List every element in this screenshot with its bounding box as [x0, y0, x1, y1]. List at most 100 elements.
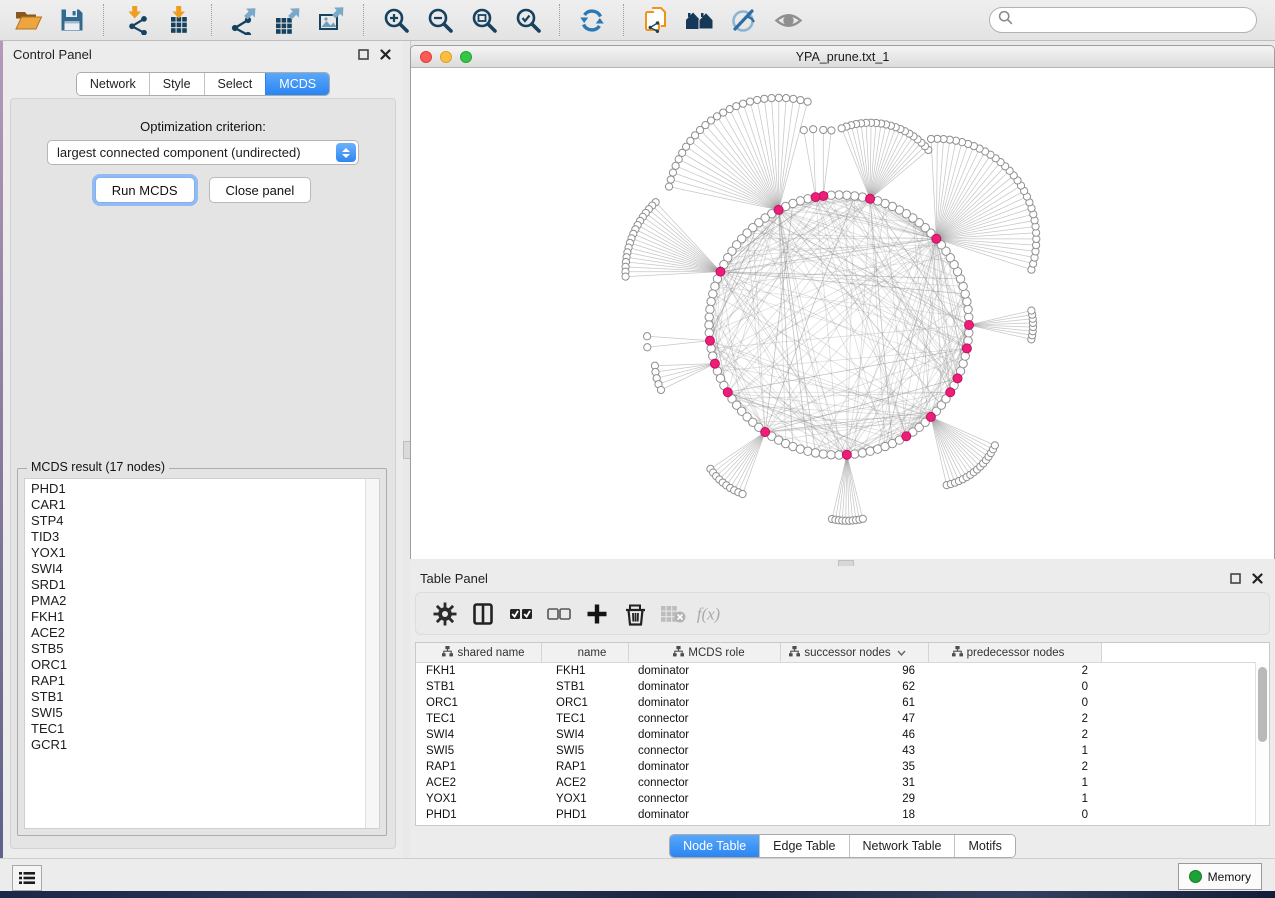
delete-column-icon[interactable]: [620, 599, 650, 629]
network-node[interactable]: [800, 127, 807, 134]
table-scrollbar[interactable]: [1255, 662, 1269, 825]
gear-icon[interactable]: [430, 599, 460, 629]
network-node[interactable]: [963, 297, 971, 305]
network-node[interactable]: [866, 194, 875, 203]
table-row[interactable]: SWI4SWI4dominator462: [416, 727, 1269, 743]
network-node[interactable]: [644, 333, 651, 340]
table-cell[interactable]: dominator: [629, 727, 781, 743]
network-node[interactable]: [707, 297, 715, 305]
table-cell[interactable]: STB1: [416, 679, 542, 695]
table-cell[interactable]: 0: [929, 695, 1102, 711]
network-node[interactable]: [705, 313, 713, 321]
table-row[interactable]: FKH1FKH1dominator962: [416, 663, 1269, 679]
result-node-item[interactable]: PMA2: [25, 593, 366, 609]
network-node[interactable]: [946, 388, 955, 397]
table-cell[interactable]: RAP1: [416, 759, 542, 775]
import-network-icon[interactable]: [119, 4, 153, 36]
tab-mcds[interactable]: MCDS: [265, 73, 329, 95]
network-node[interactable]: [746, 98, 753, 105]
table-row[interactable]: ORC1ORC1dominator610: [416, 695, 1269, 711]
table-cell[interactable]: FKH1: [416, 663, 542, 679]
result-node-item[interactable]: SWI4: [25, 561, 366, 577]
network-node[interactable]: [820, 126, 827, 133]
network-node[interactable]: [622, 273, 629, 280]
table-cell[interactable]: ORC1: [542, 695, 629, 711]
table-cell[interactable]: SWI4: [542, 727, 629, 743]
tab-edge-table[interactable]: Edge Table: [759, 835, 848, 857]
table-cell[interactable]: ACE2: [416, 775, 542, 791]
table-cell[interactable]: 61: [781, 695, 929, 711]
network-node[interactable]: [1028, 307, 1035, 314]
network-node[interactable]: [710, 359, 719, 368]
table-cell[interactable]: 0: [929, 807, 1102, 823]
network-node[interactable]: [797, 96, 804, 103]
result-node-item[interactable]: FKH1: [25, 609, 366, 625]
column-header-shared-name[interactable]: shared name: [416, 643, 542, 662]
network-node[interactable]: [850, 192, 858, 200]
table-cell[interactable]: 2: [929, 759, 1102, 775]
network-node[interactable]: [804, 447, 812, 455]
network-node[interactable]: [811, 193, 820, 202]
tab-style[interactable]: Style: [149, 73, 204, 95]
network-node[interactable]: [838, 125, 845, 132]
network-node[interactable]: [761, 427, 770, 436]
run-mcds-button[interactable]: Run MCDS: [95, 177, 195, 203]
network-node[interactable]: [672, 162, 679, 169]
network-node[interactable]: [819, 450, 827, 458]
refresh-layout-icon[interactable]: [575, 4, 609, 36]
table-cell[interactable]: connector: [629, 791, 781, 807]
result-node-item[interactable]: SWI5: [25, 705, 366, 721]
network-node[interactable]: [667, 176, 674, 183]
network-node[interactable]: [723, 388, 732, 397]
network-node[interactable]: [782, 95, 789, 102]
table-cell[interactable]: 1: [929, 743, 1102, 759]
tab-network[interactable]: Network: [77, 73, 149, 95]
result-list-scrollbar[interactable]: [365, 479, 379, 828]
result-node-item[interactable]: TID3: [25, 529, 366, 545]
tab-motifs[interactable]: Motifs: [954, 835, 1014, 857]
export-table-icon[interactable]: [271, 4, 305, 36]
result-node-item[interactable]: ORC1: [25, 657, 366, 673]
network-node[interactable]: [775, 94, 782, 101]
network-node[interactable]: [774, 205, 783, 214]
result-node-item[interactable]: STP4: [25, 513, 366, 529]
network-node[interactable]: [827, 451, 835, 459]
result-node-item[interactable]: PHD1: [25, 481, 366, 497]
table-cell[interactable]: connector: [629, 711, 781, 727]
export-image-icon[interactable]: [315, 4, 349, 36]
network-node[interactable]: [858, 449, 866, 457]
table-row[interactable]: ACE2ACE2connector311: [416, 775, 1269, 791]
network-node[interactable]: [657, 386, 664, 393]
result-node-item[interactable]: TEC1: [25, 721, 366, 737]
clone-network-icon[interactable]: [639, 4, 673, 36]
zoom-in-icon[interactable]: [379, 4, 413, 36]
table-cell[interactable]: FKH1: [542, 663, 629, 679]
network-node[interactable]: [835, 191, 843, 199]
network-node[interactable]: [991, 442, 998, 449]
result-node-item[interactable]: RAP1: [25, 673, 366, 689]
table-scrollbar-thumb[interactable]: [1258, 667, 1267, 742]
network-node[interactable]: [705, 336, 714, 345]
table-cell[interactable]: dominator: [629, 695, 781, 711]
network-node[interactable]: [962, 344, 971, 353]
network-node[interactable]: [811, 449, 819, 457]
network-window-titlebar[interactable]: YPA_prune.txt_1: [411, 46, 1274, 68]
table-cell[interactable]: dominator: [629, 679, 781, 695]
table-cell[interactable]: PHD1: [416, 807, 542, 823]
network-node[interactable]: [739, 490, 746, 497]
table-cell[interactable]: TEC1: [416, 711, 542, 727]
table-row[interactable]: PHD1PHD1dominator180: [416, 807, 1269, 823]
network-node[interactable]: [843, 191, 851, 199]
table-cell[interactable]: 62: [781, 679, 929, 695]
network-node[interactable]: [644, 344, 651, 351]
table-cell[interactable]: PHD1: [542, 807, 629, 823]
column-header-MCDS-role[interactable]: MCDS role: [629, 643, 781, 662]
table-cell[interactable]: 0: [929, 679, 1102, 695]
columns-icon[interactable]: [468, 599, 498, 629]
close-panel-icon[interactable]: [1249, 570, 1265, 586]
network-node[interactable]: [964, 305, 972, 313]
deselect-all-icon[interactable]: [544, 599, 574, 629]
table-cell[interactable]: dominator: [629, 663, 781, 679]
table-row[interactable]: SWI5SWI5connector431: [416, 743, 1269, 759]
table-cell[interactable]: 18: [781, 807, 929, 823]
